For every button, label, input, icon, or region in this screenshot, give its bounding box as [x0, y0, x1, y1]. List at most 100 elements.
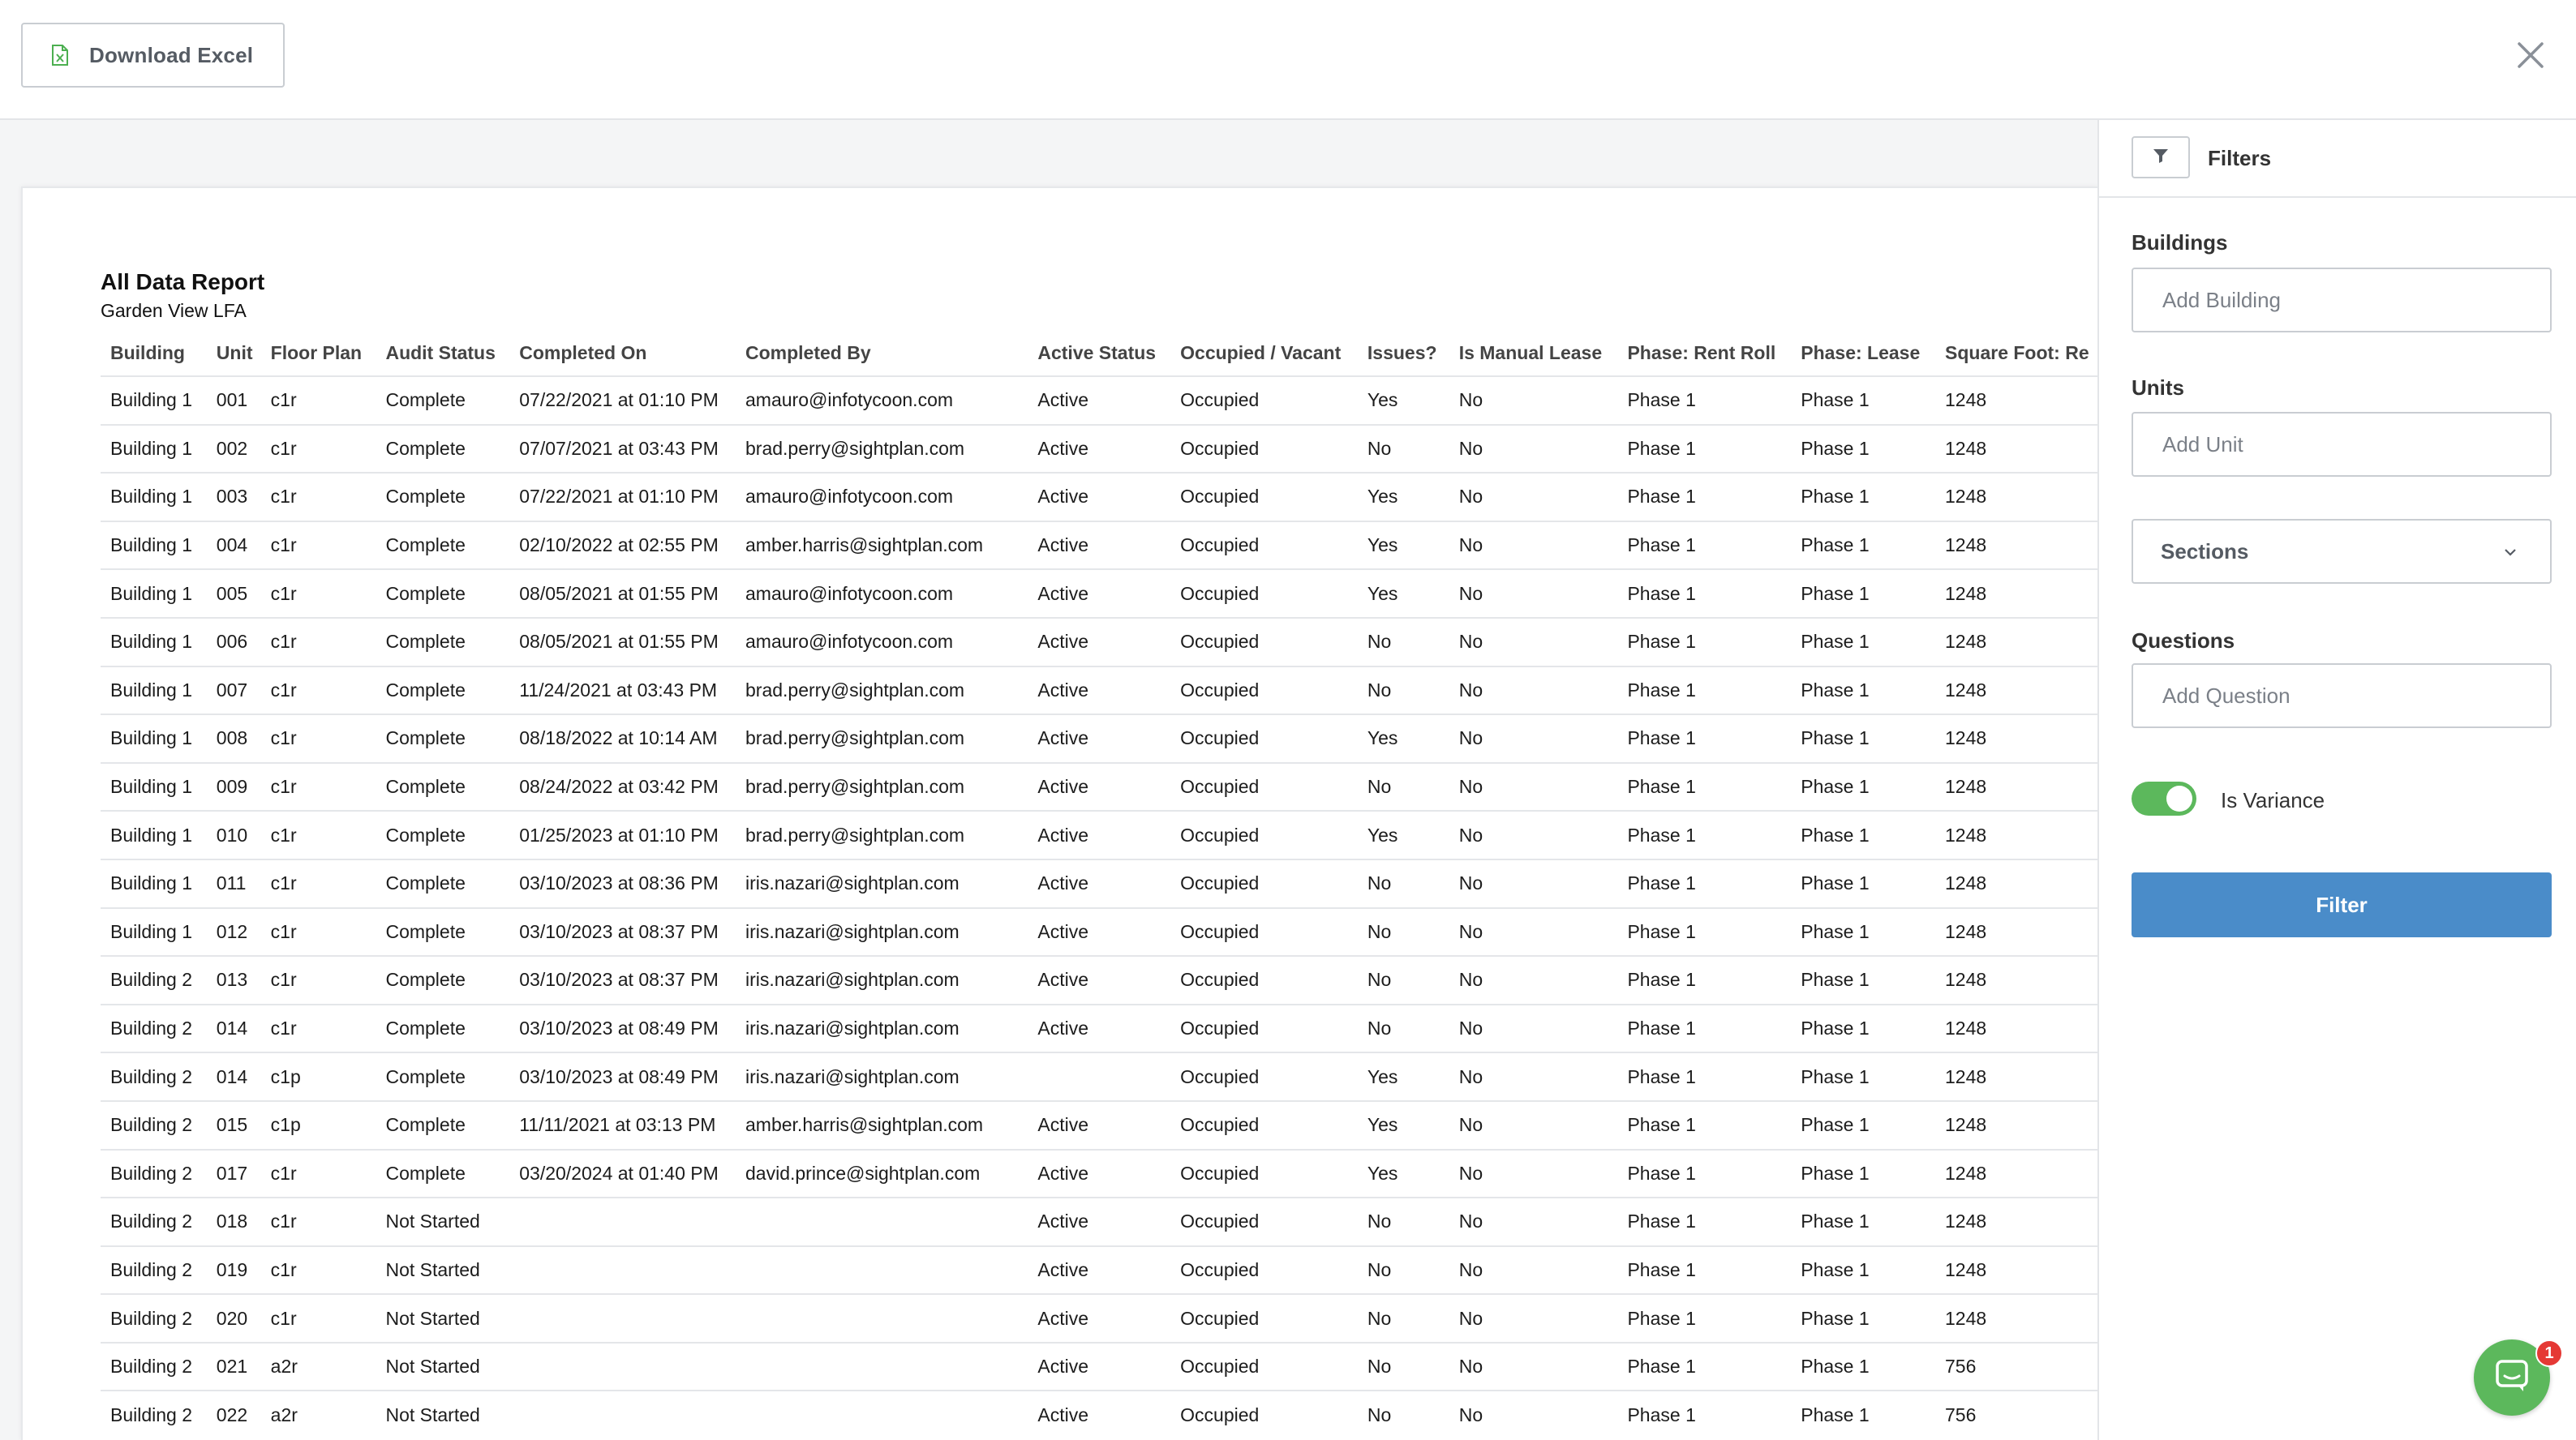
- table-cell: Building 2: [101, 1197, 207, 1246]
- table-cell: iris.nazari@sightplan.com: [736, 858, 1028, 908]
- report-card: All Data Report Garden View LFA Building…: [21, 186, 2097, 1440]
- table-cell: amauro@infotycoon.com: [736, 616, 1028, 666]
- table-cell: Occupied: [1170, 810, 1358, 859]
- table-cell: Complete: [376, 1003, 510, 1053]
- add-unit-input[interactable]: [2132, 412, 2552, 477]
- table-cell: Complete: [376, 568, 510, 618]
- add-building-input[interactable]: [2132, 268, 2552, 332]
- table-cell: Phase 1: [1617, 1341, 1792, 1391]
- sections-select[interactable]: Sections: [2132, 519, 2552, 584]
- table-cell: No: [1449, 1197, 1618, 1246]
- table-row: Building 2 013 c1r Complete 03/10/2023 at 08…: [101, 955, 2097, 1005]
- table-cell: 1248: [1935, 714, 2097, 763]
- table-cell: 1248: [1935, 1197, 2097, 1246]
- table-cell: No: [1357, 1390, 1449, 1440]
- table-row: Building 1 003 c1r Complete 07/22/2021 at 01…: [101, 472, 2097, 521]
- filters-header: Filters: [2099, 120, 2576, 198]
- column-header: Completed By: [745, 342, 871, 363]
- filter-button[interactable]: Filter: [2132, 872, 2552, 937]
- table-cell: [736, 1293, 1028, 1343]
- table-body: Building 1 001 c1r Complete 07/22/2021 at 01…: [101, 375, 2097, 1440]
- table-cell: Complete: [376, 375, 510, 425]
- table-cell: Building 1: [101, 520, 207, 570]
- table-cell: No: [1449, 810, 1618, 859]
- table-cell: Occupied: [1170, 616, 1358, 666]
- table-cell: [509, 1197, 736, 1246]
- table-cell: No: [1449, 955, 1618, 1005]
- table-cell: Complete: [376, 665, 510, 715]
- table-cell: Phase 1: [1791, 1341, 1936, 1391]
- table-cell: Building 1: [101, 714, 207, 763]
- report-subtitle: Garden View LFA: [101, 300, 247, 321]
- table-row: Building 1 004 c1r Complete 02/10/2022 at 02…: [101, 520, 2097, 570]
- table-cell: amauro@infotycoon.com: [736, 375, 1028, 425]
- table-cell: 006: [206, 616, 261, 666]
- table-cell: c1r: [260, 906, 376, 957]
- table-cell: Yes: [1357, 568, 1449, 618]
- table-cell: Phase 1: [1617, 1148, 1792, 1198]
- table-cell: [736, 1390, 1028, 1440]
- table-cell: No: [1357, 665, 1449, 715]
- table-cell: 014: [206, 1003, 261, 1053]
- table-cell: Building 2: [101, 1052, 207, 1101]
- chevron-down-icon: [2503, 546, 2518, 556]
- table-cell: Building 1: [101, 423, 207, 474]
- table-cell: c1r: [260, 568, 376, 618]
- table-cell: 1248: [1935, 1245, 2097, 1295]
- table-cell: c1r: [260, 375, 376, 425]
- top-bar: Download Excel: [0, 0, 2576, 120]
- table-cell: c1p: [260, 1052, 376, 1101]
- chat-icon: [2494, 1358, 2530, 1398]
- table-cell: 015: [206, 1099, 261, 1150]
- add-question-input[interactable]: [2132, 663, 2552, 728]
- filter-toggle-button[interactable]: [2132, 136, 2190, 178]
- table-cell: Phase 1: [1617, 810, 1792, 859]
- table-cell: 1248: [1935, 472, 2097, 521]
- table-cell: 003: [206, 472, 261, 521]
- table-cell: Phase 1: [1791, 810, 1936, 859]
- table-cell: Phase 1: [1791, 714, 1936, 763]
- is-variance-label: Is Variance: [2221, 788, 2325, 812]
- table-cell: Active: [1028, 858, 1171, 908]
- table-cell: david.prince@sightplan.com: [736, 1148, 1028, 1198]
- table-cell: Active: [1028, 1341, 1171, 1391]
- table-cell: No: [1449, 520, 1618, 570]
- table-cell: 03/10/2023 at 08:49 PM: [509, 1052, 736, 1101]
- table-cell: Yes: [1357, 1099, 1449, 1150]
- column-header: Building: [110, 342, 185, 363]
- table-cell: Active: [1028, 1148, 1171, 1198]
- table-row: Building 2 019 c1r Not Started Active Occupie…: [101, 1245, 2097, 1295]
- table-cell: [509, 1341, 736, 1391]
- table-cell: Complete: [376, 906, 510, 957]
- table-cell: c1r: [260, 1148, 376, 1198]
- table-cell: Building 1: [101, 568, 207, 618]
- table-cell: Phase 1: [1617, 1390, 1792, 1440]
- download-excel-button[interactable]: Download Excel: [21, 23, 285, 88]
- table-cell: Phase 1: [1617, 1099, 1792, 1150]
- table-row: Building 1 009 c1r Complete 08/24/2022 at 03…: [101, 761, 2097, 812]
- column-header: Issues?: [1367, 342, 1437, 363]
- is-variance-toggle[interactable]: [2132, 782, 2196, 816]
- table-cell: c1r: [260, 472, 376, 521]
- table-cell: Yes: [1357, 520, 1449, 570]
- table-row: Building 2 018 c1r Not Started Active Occupie…: [101, 1197, 2097, 1246]
- table-cell: No: [1449, 1390, 1618, 1440]
- table-cell: c1r: [260, 810, 376, 859]
- table-cell: Active: [1028, 1197, 1171, 1246]
- table-cell: [1028, 1052, 1171, 1101]
- table-cell: No: [1357, 423, 1449, 474]
- table-cell: Phase 1: [1617, 1003, 1792, 1053]
- table-cell: c1r: [260, 520, 376, 570]
- report-title: All Data Report: [101, 269, 265, 294]
- close-icon[interactable]: [2514, 39, 2547, 71]
- table-cell: Phase 1: [1791, 1052, 1936, 1101]
- table-cell: [736, 1197, 1028, 1246]
- table-cell: Building 2: [101, 1293, 207, 1343]
- table-cell: Phase 1: [1791, 858, 1936, 908]
- table-cell: Occupied: [1170, 906, 1358, 957]
- table-cell: No: [1449, 568, 1618, 618]
- table-cell: Building 2: [101, 1390, 207, 1440]
- table-cell: No: [1449, 616, 1618, 666]
- table-cell: Occupied: [1170, 568, 1358, 618]
- column-header: Completed On: [519, 342, 647, 363]
